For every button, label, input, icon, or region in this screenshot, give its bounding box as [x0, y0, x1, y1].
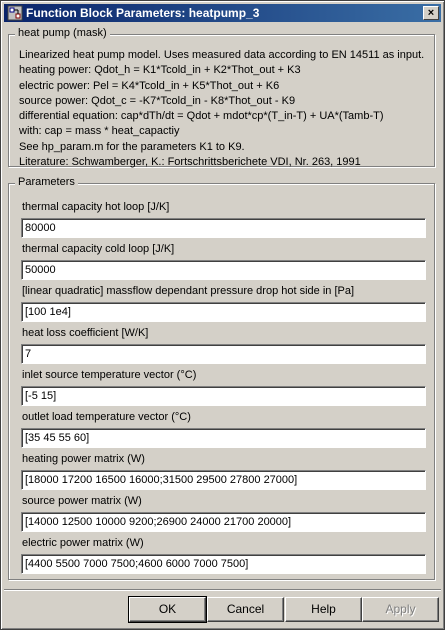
param-label-heat-loss: heat loss coefficient [W/K] — [22, 327, 149, 339]
param-input-source-power[interactable] — [21, 512, 426, 532]
param-input-pressure-drop[interactable] — [21, 302, 426, 322]
parameters-group-label: Parameters — [15, 176, 78, 188]
param-input-hot-capacity[interactable] — [21, 218, 426, 238]
param-label-outlet-load-temp: outlet load temperature vector (°C) — [22, 411, 191, 423]
param-label-hot-capacity: thermal capacity hot loop [J/K] — [22, 201, 170, 213]
param-label-cold-capacity: thermal capacity cold loop [J/K] — [22, 243, 175, 255]
param-input-heating-power[interactable] — [21, 470, 426, 490]
apply-button[interactable]: Apply — [362, 597, 439, 622]
window-title: Function Block Parameters: heatpump_3 — [26, 6, 260, 20]
title-bar[interactable]: Function Block Parameters: heatpump_3 × — [4, 4, 441, 22]
param-label-inlet-source-temp: inlet source temperature vector (°C) — [22, 369, 197, 381]
param-input-inlet-source-temp[interactable] — [21, 386, 426, 406]
button-separator — [4, 589, 441, 591]
description-line: differential equation: cap*dTh/dt = Qdot… — [19, 110, 384, 123]
description-line: Literature: Schwamberger, K.: Fortschrit… — [19, 156, 361, 169]
close-icon: × — [427, 7, 435, 19]
mask-group: heat pump (mask) Linearized heat pump mo… — [8, 27, 435, 170]
description-line: with: cap = mass * heat_capactiy — [19, 125, 180, 138]
description-line: heating power: Qdot_h = K1*Tcold_in + K2… — [19, 64, 301, 77]
cancel-button[interactable]: Cancel — [207, 597, 284, 622]
parameters-group: Parameters thermal capacity hot loop [J/… — [8, 176, 435, 580]
param-label-source-power: source power matrix (W) — [22, 495, 142, 507]
mask-group-label: heat pump (mask) — [15, 27, 110, 39]
param-label-heating-power: heating power matrix (W) — [22, 453, 145, 465]
param-input-cold-capacity[interactable] — [21, 260, 426, 280]
description-line: See hp_param.m for the parameters K1 to … — [19, 140, 245, 153]
param-label-pressure-drop: [linear quadratic] massflow dependant pr… — [22, 285, 355, 297]
param-label-electric-power: electric power matrix (W) — [22, 537, 144, 549]
close-button[interactable]: × — [423, 6, 439, 20]
mask-description: Linearized heat pump model. Uses measure… — [19, 48, 426, 170]
dialog-window: Function Block Parameters: heatpump_3 × … — [0, 0, 445, 630]
help-button[interactable]: Help — [285, 597, 362, 622]
description-line: source power: Qdot_c = -K7*Tcold_in - K8… — [19, 94, 296, 107]
param-input-heat-loss[interactable] — [21, 344, 426, 364]
ok-button[interactable]: OK — [128, 596, 207, 623]
description-line: electric power: Pel = K4*Tcold_in + K5*T… — [19, 79, 280, 92]
param-input-outlet-load-temp[interactable] — [21, 428, 426, 448]
param-input-electric-power[interactable] — [21, 554, 426, 574]
simulink-block-icon — [7, 5, 23, 21]
description-line: Linearized heat pump model. Uses measure… — [19, 49, 425, 61]
